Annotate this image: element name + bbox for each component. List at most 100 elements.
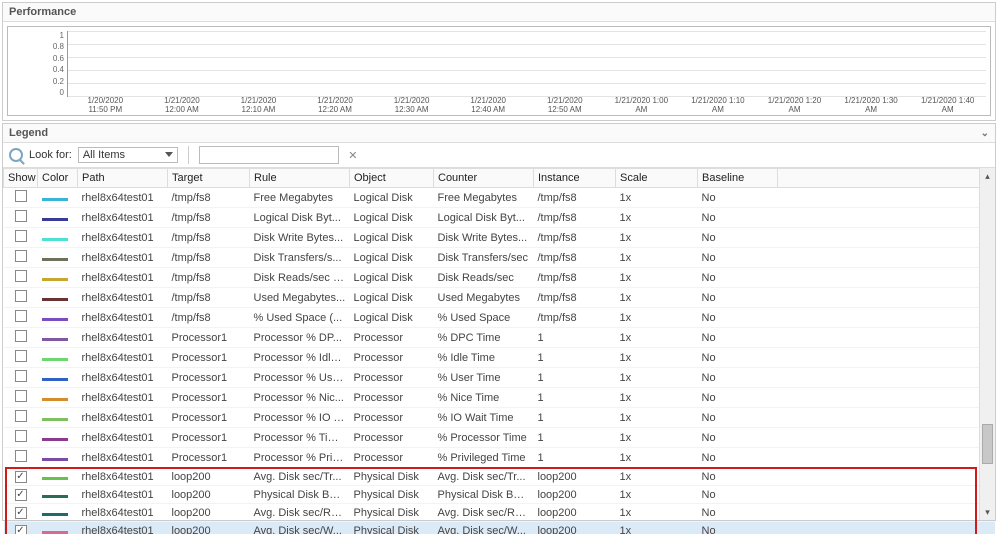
cell-path: rhel8x64test01 (78, 348, 168, 368)
search-input[interactable] (199, 146, 339, 164)
cell-baseline: No (698, 268, 778, 288)
show-checkbox[interactable] (15, 210, 27, 222)
col-scale[interactable]: Scale (616, 169, 698, 188)
cell-object: Logical Disk (350, 268, 434, 288)
table-header-row: Show Color Path Target Rule Object Count… (4, 169, 995, 188)
table-row[interactable]: ✓rhel8x64test01loop200Avg. Disk sec/W...… (4, 522, 995, 534)
show-checkbox[interactable] (15, 370, 27, 382)
show-checkbox[interactable]: ✓ (15, 489, 27, 501)
cell-object: Processor (350, 408, 434, 428)
clear-search-button[interactable]: ✕ (345, 146, 361, 164)
table-row[interactable]: rhel8x64test01Processor1Processor % Use.… (4, 368, 995, 388)
show-checkbox[interactable] (15, 290, 27, 302)
x-tick: 1/21/202012:40 AM (450, 97, 527, 115)
cell-baseline: No (698, 228, 778, 248)
x-tick: 1/21/202012:50 AM (526, 97, 603, 115)
legend-header[interactable]: Legend ⌄ (3, 124, 995, 143)
col-color[interactable]: Color (38, 169, 78, 188)
show-checkbox[interactable] (15, 190, 27, 202)
cell-target: Processor1 (168, 448, 250, 468)
scroll-track[interactable] (980, 184, 995, 504)
cell-object: Logical Disk (350, 208, 434, 228)
chevron-down-icon[interactable]: ⌄ (981, 128, 989, 139)
color-swatch (42, 278, 68, 281)
table-row[interactable]: rhel8x64test01/tmp/fs8Disk Write Bytes..… (4, 228, 995, 248)
cell-path: rhel8x64test01 (78, 486, 168, 504)
scroll-up-arrow-icon[interactable]: ▴ (980, 168, 995, 184)
table-row[interactable]: ✓rhel8x64test01loop200Physical Disk Byt.… (4, 486, 995, 504)
show-checkbox[interactable] (15, 450, 27, 462)
color-swatch (42, 358, 68, 361)
table-row[interactable]: rhel8x64test01/tmp/fs8Used Megabytes...L… (4, 288, 995, 308)
cell-target: /tmp/fs8 (168, 248, 250, 268)
color-swatch (42, 531, 68, 534)
show-checkbox[interactable] (15, 390, 27, 402)
cell-scale: 1x (616, 504, 698, 522)
cell-path: rhel8x64test01 (78, 288, 168, 308)
col-instance[interactable]: Instance (534, 169, 616, 188)
table-row[interactable]: rhel8x64test01Processor1Processor % Nic.… (4, 388, 995, 408)
table-row[interactable]: rhel8x64test01/tmp/fs8Logical Disk Byt..… (4, 208, 995, 228)
cell-counter: Free Megabytes (434, 188, 534, 208)
show-checkbox[interactable] (15, 270, 27, 282)
cell-rule: Processor % Nic... (250, 388, 350, 408)
grid-line (68, 70, 986, 71)
table-row[interactable]: rhel8x64test01Processor1Processor % IO T… (4, 408, 995, 428)
performance-chart[interactable]: 10.80.60.40.20 1/20/202011:50 PM1/21/202… (7, 26, 991, 116)
col-object[interactable]: Object (350, 169, 434, 188)
show-checkbox[interactable] (15, 350, 27, 362)
show-checkbox[interactable]: ✓ (15, 471, 27, 483)
cell-rule: Processor % DP... (250, 328, 350, 348)
cell-instance: /tmp/fs8 (534, 208, 616, 228)
table-row[interactable]: rhel8x64test01Processor1Processor % Priv… (4, 448, 995, 468)
table-row[interactable]: ✓rhel8x64test01loop200Avg. Disk sec/Re..… (4, 504, 995, 522)
cell-rule: Used Megabytes... (250, 288, 350, 308)
col-target[interactable]: Target (168, 169, 250, 188)
show-checkbox[interactable]: ✓ (15, 525, 27, 534)
vertical-scrollbar[interactable]: ▴ ▾ (979, 168, 995, 520)
col-counter[interactable]: Counter (434, 169, 534, 188)
table-row[interactable]: rhel8x64test01Processor1Processor % DP..… (4, 328, 995, 348)
cell-scale: 1x (616, 348, 698, 368)
cell-scale: 1x (616, 308, 698, 328)
col-path[interactable]: Path (78, 169, 168, 188)
show-checkbox[interactable]: ✓ (15, 507, 27, 519)
cell-object: Processor (350, 328, 434, 348)
cell-object: Logical Disk (350, 308, 434, 328)
grid-line (68, 44, 986, 45)
table-row[interactable]: ✓rhel8x64test01loop200Avg. Disk sec/Tr..… (4, 468, 995, 486)
cell-path: rhel8x64test01 (78, 504, 168, 522)
cell-counter: Avg. Disk sec/Tr... (434, 468, 534, 486)
show-checkbox[interactable] (15, 410, 27, 422)
show-checkbox[interactable] (15, 230, 27, 242)
col-show[interactable]: Show (4, 169, 38, 188)
look-for-combo[interactable]: All Items (78, 147, 178, 163)
show-checkbox[interactable] (15, 310, 27, 322)
scroll-thumb[interactable] (982, 424, 993, 464)
cell-object: Physical Disk (350, 468, 434, 486)
y-tick: 1 (60, 31, 64, 40)
table-row[interactable]: rhel8x64test01/tmp/fs8Disk Reads/sec (..… (4, 268, 995, 288)
y-tick: 0.2 (53, 77, 64, 86)
table-row[interactable]: rhel8x64test01/tmp/fs8% Used Space (...L… (4, 308, 995, 328)
col-baseline[interactable]: Baseline (698, 169, 778, 188)
cell-scale: 1x (616, 522, 698, 534)
table-row[interactable]: rhel8x64test01/tmp/fs8Free MegabytesLogi… (4, 188, 995, 208)
cell-object: Physical Disk (350, 522, 434, 534)
table-row[interactable]: rhel8x64test01Processor1Processor % Idle… (4, 348, 995, 368)
scroll-down-arrow-icon[interactable]: ▾ (980, 504, 995, 520)
table-row[interactable]: rhel8x64test01/tmp/fs8Disk Transfers/s..… (4, 248, 995, 268)
table-row[interactable]: rhel8x64test01Processor1Processor % Tim.… (4, 428, 995, 448)
show-checkbox[interactable] (15, 430, 27, 442)
cell-target: Processor1 (168, 348, 250, 368)
col-rule[interactable]: Rule (250, 169, 350, 188)
cell-baseline: No (698, 308, 778, 328)
cell-counter: % Privileged Time (434, 448, 534, 468)
chart-plot-area[interactable] (67, 31, 986, 97)
color-swatch (42, 338, 68, 341)
y-tick: 0.4 (53, 65, 64, 74)
cell-path: rhel8x64test01 (78, 248, 168, 268)
cell-baseline: No (698, 348, 778, 368)
show-checkbox[interactable] (15, 250, 27, 262)
show-checkbox[interactable] (15, 330, 27, 342)
